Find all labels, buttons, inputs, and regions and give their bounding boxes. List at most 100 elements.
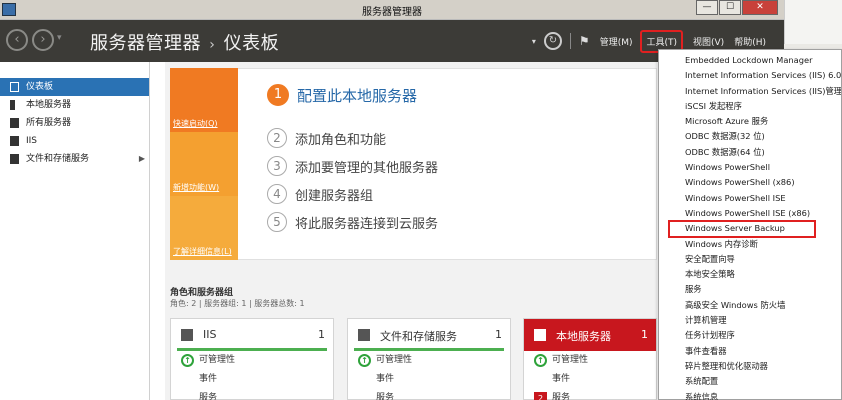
step-connect-cloud[interactable]: 5 将此服务器连接到云服务 — [267, 212, 438, 232]
page-title: 仪表板 — [223, 33, 280, 54]
sidebar: 仪表板 本地服务器 所有服务器 IIS 文件和存储服务 ▶ — [0, 62, 150, 400]
role-card-local-server[interactable]: 本地服务器 1 ↑ 可管理性 事件 2 服务 — [523, 318, 657, 400]
menu-item-embedded-lockdown[interactable]: Embedded Lockdown Manager — [659, 53, 841, 68]
step-add-roles[interactable]: 2 添加角色和功能 — [267, 128, 386, 148]
breadcrumb-separator: › — [209, 37, 216, 53]
tools-menu: Embedded Lockdown Manager Internet Infor… — [658, 49, 842, 400]
menu-help[interactable]: 帮助(H) — [734, 35, 766, 48]
menu-item-event-viewer[interactable]: 事件查看器 — [659, 344, 841, 359]
card-count: 1 — [495, 328, 502, 341]
card-row-events[interactable]: 事件 — [348, 370, 510, 389]
close-button[interactable]: ✕ — [742, 0, 778, 15]
card-count: 1 — [641, 328, 648, 341]
menu-item-powershell-x86[interactable]: Windows PowerShell (x86) — [659, 175, 841, 190]
menu-item-odbc-32[interactable]: ODBC 数据源(32 位) — [659, 129, 841, 144]
card-row-manageability[interactable]: ↑ 可管理性 — [348, 351, 510, 370]
step-label[interactable]: 创建服务器组 — [295, 185, 373, 204]
server-icon — [534, 329, 546, 341]
menu-item-windows-server-backup[interactable]: Windows Server Backup — [668, 220, 816, 238]
tile-label[interactable]: 新增功能(W) — [173, 182, 219, 193]
chevron-right-icon[interactable]: ▶ — [139, 150, 145, 168]
menu-item-services[interactable]: 服务 — [659, 282, 841, 297]
back-icon[interactable]: ‹ — [6, 29, 28, 51]
sidebar-item-label: IIS — [26, 136, 38, 146]
card-header[interactable]: 文件和存储服务 1 — [354, 319, 504, 351]
step-configure-local[interactable]: 1 配置此本地服务器 — [267, 84, 417, 106]
menu-item-firewall[interactable]: 高级安全 Windows 防火墙 — [659, 298, 841, 313]
menu-item-system-info[interactable]: 系统信息 — [659, 390, 841, 400]
step-number: 1 — [267, 84, 289, 106]
card-row-label: 可管理性 — [552, 355, 589, 365]
tile-whats-new[interactable]: 新增功能(W) — [170, 132, 238, 196]
card-row-services[interactable]: 服务 — [348, 389, 510, 400]
menu-item-powershell-ise[interactable]: Windows PowerShell ISE — [659, 191, 841, 206]
breadcrumb-root[interactable]: 服务器管理器 — [90, 33, 201, 54]
menu-item-system-config[interactable]: 系统配置 — [659, 374, 841, 389]
storage-icon — [358, 329, 370, 341]
servers-icon — [10, 118, 19, 128]
card-row-label: 可管理性 — [199, 355, 236, 365]
card-row-label: 服务 — [376, 393, 395, 400]
step-create-group[interactable]: 4 创建服务器组 — [267, 184, 373, 204]
role-card-file-storage[interactable]: 文件和存储服务 1 ↑ 可管理性 事件 服务 — [347, 318, 511, 400]
forward-icon[interactable]: › — [32, 29, 54, 51]
card-row-services[interactable]: 2 服务 — [524, 389, 656, 400]
menu-item-memory-diagnostic[interactable]: Windows 内存诊断 — [659, 237, 841, 252]
sidebar-item-iis[interactable]: IIS — [0, 132, 149, 150]
menu-item-iscsi-initiator[interactable]: iSCSI 发起程序 — [659, 99, 841, 114]
step-label[interactable]: 添加角色和功能 — [295, 129, 386, 148]
step-label[interactable]: 添加要管理的其他服务器 — [295, 157, 438, 176]
flag-icon[interactable]: ⚑ — [579, 34, 590, 48]
card-row-events[interactable]: 事件 — [524, 370, 656, 389]
card-row-label: 事件 — [552, 374, 571, 384]
card-title: IIS — [203, 328, 217, 341]
window-titlebar: 服务器管理器 — ☐ ✕ — [0, 0, 784, 20]
card-row-label: 事件 — [199, 374, 218, 384]
card-header[interactable]: 本地服务器 1 — [524, 319, 656, 351]
card-row-manageability[interactable]: ↑ 可管理性 — [171, 351, 333, 370]
menu-item-iis6-manager[interactable]: Internet Information Services (IIS) 6.0 … — [659, 68, 841, 83]
card-row-manageability[interactable]: ↑ 可管理性 — [524, 351, 656, 370]
step-label[interactable]: 配置此本地服务器 — [297, 85, 417, 106]
tile-label[interactable]: 了解详细信息(L) — [173, 246, 232, 257]
sidebar-item-dashboard[interactable]: 仪表板 — [0, 78, 149, 96]
step-label[interactable]: 将此服务器连接到云服务 — [295, 213, 438, 232]
check-icon: ↑ — [534, 354, 547, 367]
tile-quickstart[interactable]: 快速启动(Q) — [170, 68, 238, 132]
card-row-services[interactable]: 服务 — [171, 389, 333, 400]
menu-item-computer-management[interactable]: 计算机管理 — [659, 313, 841, 328]
menu-item-powershell-ise-x86[interactable]: Windows PowerShell ISE (x86) — [659, 206, 841, 221]
maximize-button[interactable]: ☐ — [719, 0, 741, 15]
tile-label[interactable]: 快速启动(Q) — [173, 118, 218, 129]
sidebar-item-label: 仪表板 — [26, 82, 54, 92]
card-row-label: 服务 — [199, 393, 218, 400]
check-icon: ↑ — [358, 354, 371, 367]
menu-view[interactable]: 视图(V) — [693, 35, 724, 48]
menu-item-odbc-64[interactable]: ODBC 数据源(64 位) — [659, 145, 841, 160]
menu-item-local-security-policy[interactable]: 本地安全策略 — [659, 267, 841, 282]
menu-item-security-wizard[interactable]: 安全配置向导 — [659, 252, 841, 267]
chevron-down-icon[interactable]: ▾ — [57, 33, 62, 43]
menu-item-powershell[interactable]: Windows PowerShell — [659, 160, 841, 175]
storage-icon — [10, 154, 19, 164]
sidebar-item-local-server[interactable]: 本地服务器 — [0, 96, 149, 114]
chevron-down-icon[interactable]: ▾ — [532, 37, 536, 46]
card-row-events[interactable]: 事件 — [171, 370, 333, 389]
server-icon — [10, 100, 15, 110]
menu-item-defrag[interactable]: 碎片整理和优化驱动器 — [659, 359, 841, 374]
minimize-button[interactable]: — — [696, 0, 718, 15]
menu-item-azure-services[interactable]: Microsoft Azure 服务 — [659, 114, 841, 129]
refresh-icon[interactable]: ↻ — [543, 32, 562, 50]
menu-item-task-scheduler[interactable]: 任务计划程序 — [659, 328, 841, 343]
sidebar-item-label: 本地服务器 — [26, 100, 72, 110]
card-header[interactable]: IIS 1 — [177, 319, 327, 351]
step-number: 3 — [267, 156, 287, 176]
menu-manage[interactable]: 管理(M) — [600, 35, 633, 48]
roles-summary: 角色: 2 | 服务器组: 1 | 服务器总数: 1 — [170, 299, 305, 308]
role-card-iis[interactable]: IIS 1 ↑ 可管理性 事件 服务 — [170, 318, 334, 400]
tile-learn-more[interactable]: 了解详细信息(L) — [170, 196, 238, 260]
step-add-servers[interactable]: 3 添加要管理的其他服务器 — [267, 156, 438, 176]
menu-item-iis-manager[interactable]: Internet Information Services (IIS)管理器 — [659, 84, 841, 99]
sidebar-item-file-storage[interactable]: 文件和存储服务 ▶ — [0, 150, 149, 168]
sidebar-item-all-servers[interactable]: 所有服务器 — [0, 114, 149, 132]
